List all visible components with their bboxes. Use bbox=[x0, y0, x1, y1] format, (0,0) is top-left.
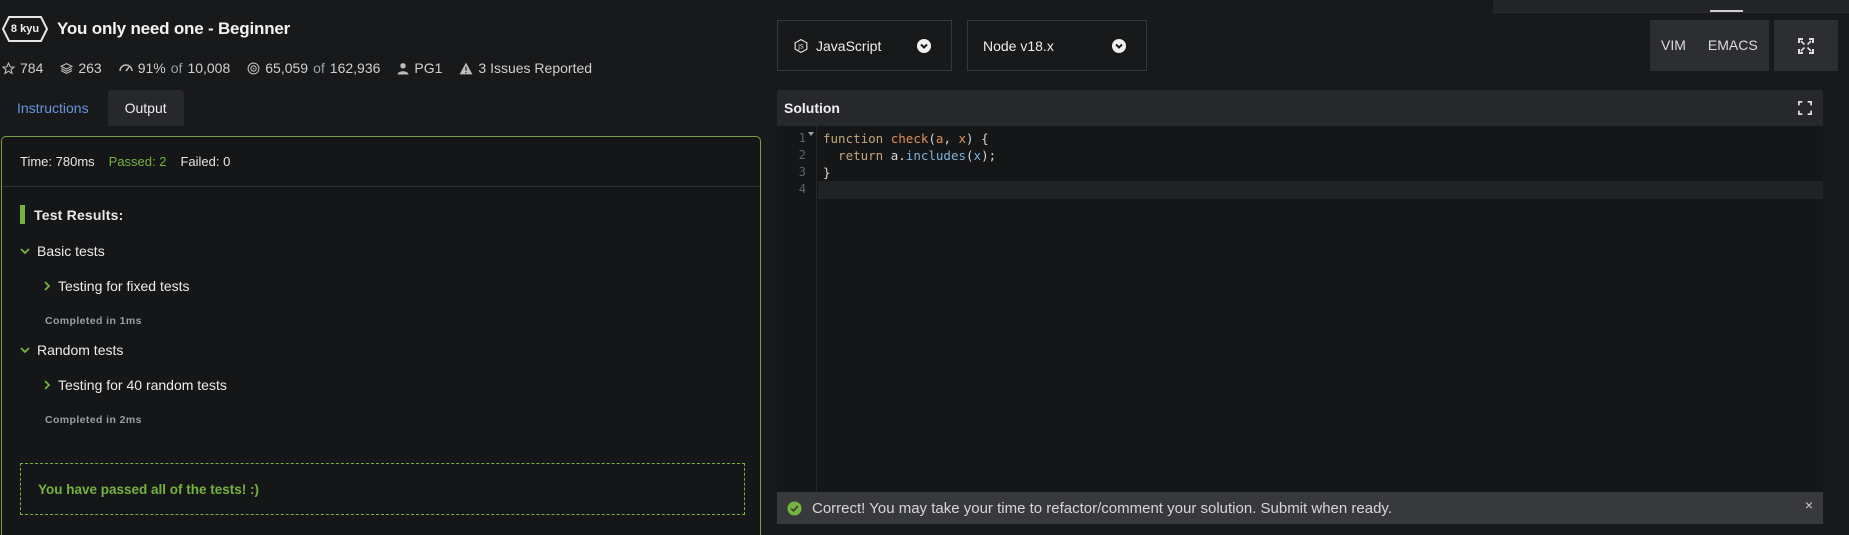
results-accent-bar bbox=[20, 205, 25, 224]
test-case-fixed[interactable]: Testing for fixed tests bbox=[43, 278, 190, 294]
param: x bbox=[958, 131, 967, 146]
rating-icon bbox=[118, 64, 133, 72]
kata-stats: 784 263 91% of 10,008 65,059 of 162,936 … bbox=[2, 58, 609, 78]
completed-of: of bbox=[313, 60, 325, 76]
test-group-basic[interactable]: Basic tests bbox=[20, 243, 105, 259]
punctuation: ( bbox=[928, 131, 936, 146]
warning-icon bbox=[459, 62, 473, 74]
close-icon[interactable]: × bbox=[1805, 497, 1813, 513]
identifier: x bbox=[973, 148, 982, 163]
line-number: 1 bbox=[798, 131, 806, 145]
failed-count: Failed: 0 bbox=[180, 154, 231, 169]
test-case-name: Testing for 40 random tests bbox=[58, 377, 227, 393]
satisfaction-stat: 91% of 10,008 bbox=[118, 60, 231, 76]
punctuation: ( bbox=[966, 148, 974, 163]
author-name: PG1 bbox=[414, 60, 443, 76]
stars-stat[interactable]: 784 bbox=[2, 60, 43, 76]
active-line-highlight bbox=[818, 181, 1823, 199]
runtime-select[interactable]: Node v18.x bbox=[967, 20, 1147, 71]
top-strip-marker bbox=[1710, 10, 1743, 12]
solution-header: Solution bbox=[777, 90, 1823, 126]
issues-label: 3 Issues Reported bbox=[478, 60, 593, 76]
code-editor[interactable]: 1 2 3 4 function check(a, x) { return a.… bbox=[777, 126, 1823, 492]
star-icon bbox=[2, 61, 15, 75]
language-label: JavaScript bbox=[816, 37, 882, 54]
line-gutter: 1 2 3 4 bbox=[777, 126, 817, 492]
satisfaction-votes: 10,008 bbox=[187, 60, 231, 76]
completed-time: Completed in 2ms bbox=[45, 414, 142, 426]
kata-title[interactable]: You only need one - Beginner bbox=[57, 19, 290, 39]
test-results-heading: Test Results: bbox=[20, 205, 123, 224]
stars-count: 784 bbox=[20, 60, 44, 76]
satisfaction-of: of bbox=[170, 60, 183, 76]
chevron-down-icon bbox=[1112, 39, 1126, 53]
target-icon bbox=[247, 62, 260, 74]
keyword: function bbox=[823, 131, 884, 146]
line-number: 3 bbox=[798, 165, 806, 179]
method-name: includes bbox=[905, 148, 967, 163]
completed-count: 65,059 bbox=[265, 60, 309, 76]
user-icon bbox=[397, 62, 409, 74]
test-group-random[interactable]: Random tests bbox=[20, 342, 123, 358]
node-hexagon-icon: JS bbox=[794, 38, 808, 53]
pass-message: You have passed all of the tests! :) bbox=[20, 463, 745, 515]
test-group-name: Basic tests bbox=[37, 243, 105, 259]
runtime-label: Node v18.x bbox=[983, 37, 1054, 54]
test-case-random[interactable]: Testing for 40 random tests bbox=[43, 377, 227, 393]
vim-button[interactable]: VIM bbox=[1650, 20, 1697, 71]
identifier: a. bbox=[883, 148, 906, 163]
keyword: return bbox=[823, 148, 884, 163]
rank-label: 8 kyu bbox=[10, 23, 40, 35]
line-number: 2 bbox=[798, 148, 806, 162]
attempted-count: 162,936 bbox=[329, 60, 381, 76]
output-panel: Time: 780ms Passed: 2 Failed: 0 Test Res… bbox=[1, 136, 761, 535]
chevron-right-icon bbox=[44, 281, 51, 291]
collections-count: 263 bbox=[78, 60, 102, 76]
code-line-1: function check(a, x) { bbox=[823, 130, 989, 147]
fullscreen-button[interactable] bbox=[1774, 20, 1838, 71]
notice-message: Correct! You may take your time to refac… bbox=[812, 499, 1392, 517]
code-line-3: } bbox=[823, 165, 831, 180]
chevron-down-icon bbox=[20, 248, 30, 255]
test-case-name: Testing for fixed tests bbox=[58, 278, 190, 294]
completions-stat: 65,059 of 162,936 bbox=[247, 60, 380, 76]
collections-stat[interactable]: 263 bbox=[60, 60, 102, 76]
output-summary: Time: 780ms Passed: 2 Failed: 0 bbox=[2, 137, 760, 187]
chevron-down-icon bbox=[917, 39, 931, 53]
emacs-button[interactable]: EMACS bbox=[1697, 20, 1769, 71]
chevron-right-icon bbox=[44, 380, 51, 390]
language-select[interactable]: JS JavaScript bbox=[777, 20, 952, 71]
keybinding-group: VIM EMACS bbox=[1650, 20, 1769, 71]
tab-instructions[interactable]: Instructions bbox=[0, 90, 106, 126]
completed-time: Completed in 1ms bbox=[45, 315, 142, 327]
run-time: Time: 780ms bbox=[20, 154, 95, 169]
top-strip bbox=[1493, 0, 1849, 13]
svg-text:JS: JS bbox=[797, 44, 804, 50]
fold-arrow-icon[interactable] bbox=[808, 132, 814, 136]
layers-icon bbox=[60, 62, 74, 74]
kata-header: 8 kyu You only need one - Beginner bbox=[2, 15, 290, 43]
code-line-2: return a.includes(x); bbox=[823, 147, 996, 164]
tab-output[interactable]: Output bbox=[107, 90, 184, 126]
expand-icon[interactable] bbox=[1798, 101, 1812, 115]
expand-icon bbox=[1798, 37, 1814, 54]
passed-count: Passed: 2 bbox=[108, 154, 167, 169]
solution-title: Solution bbox=[784, 100, 840, 116]
success-notice: Correct! You may take your time to refac… bbox=[777, 492, 1823, 524]
line-number: 4 bbox=[798, 182, 806, 196]
test-group-name: Random tests bbox=[37, 342, 124, 358]
rank-badge: 8 kyu bbox=[2, 15, 48, 43]
punctuation: ); bbox=[981, 148, 997, 163]
punctuation: , bbox=[943, 131, 959, 146]
test-results-label: Test Results: bbox=[34, 206, 124, 223]
satisfaction-percent: 91% bbox=[137, 60, 166, 76]
author-stat[interactable]: PG1 bbox=[397, 60, 442, 76]
issues-stat[interactable]: 3 Issues Reported bbox=[459, 60, 592, 76]
chevron-down-icon bbox=[20, 347, 30, 354]
function-name: check bbox=[890, 131, 929, 146]
left-tabs: Instructions Output bbox=[0, 90, 184, 126]
check-circle-icon bbox=[787, 500, 802, 516]
punctuation: ) { bbox=[966, 131, 989, 146]
